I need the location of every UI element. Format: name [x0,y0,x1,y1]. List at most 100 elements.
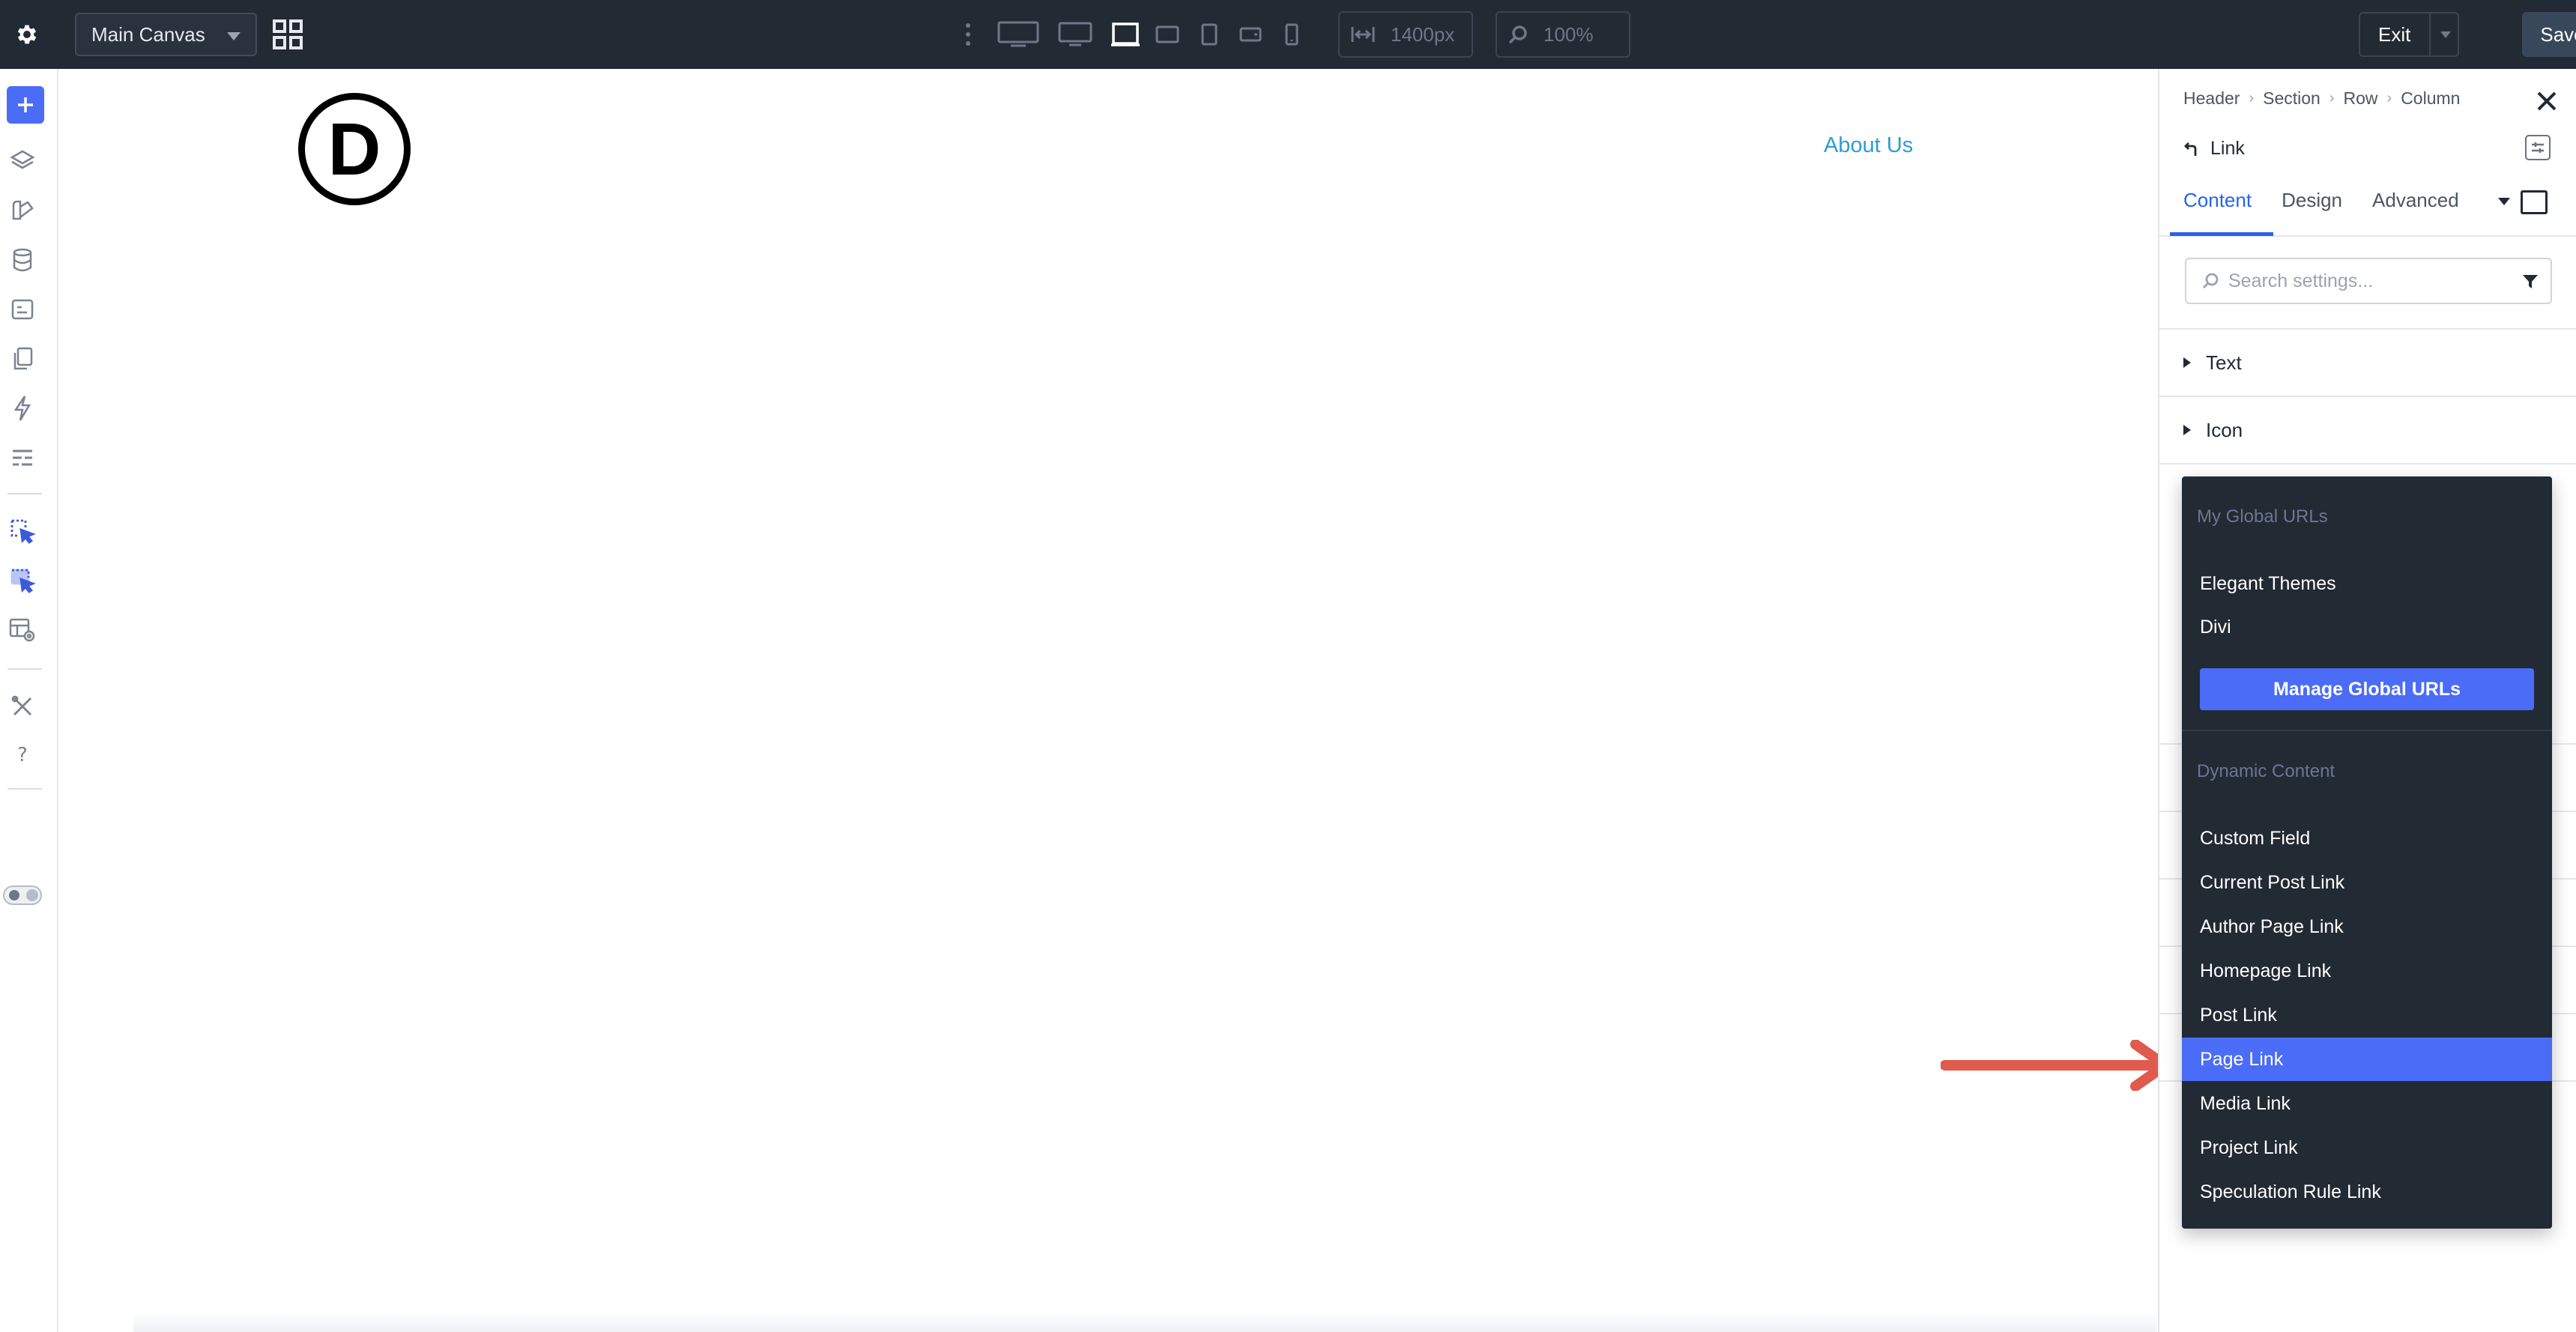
dropdown-divider [2182,730,2552,731]
list-layout-icon[interactable] [7,442,38,473]
tab-design[interactable]: Design [2282,189,2342,219]
page-canvas: D About Us [58,69,2158,1332]
menu-item-custom-field[interactable]: Custom Field [2182,817,2552,860]
menu-item-media-link[interactable]: Media Link [2182,1082,2552,1125]
section-divider [2159,463,2576,464]
preset-box-icon[interactable] [2521,190,2548,214]
click-mode-icon[interactable] [7,515,38,547]
menu-item-divi[interactable]: Divi [2182,605,2552,649]
phone-portrait-icon[interactable] [1283,15,1301,54]
dark-mode-toggle[interactable] [3,886,42,905]
search-icon [2203,273,2219,288]
tablet-portrait-icon[interactable] [1199,15,1220,54]
canvas-select[interactable]: Main Canvas [75,13,257,56]
zoom-field[interactable]: 100% [1496,11,1630,58]
tab-content[interactable]: Content [2183,189,2252,219]
canvas-width-value: 1400px [1391,22,1455,46]
breadcrumb-item[interactable]: Section [2263,88,2320,109]
chevron-right-icon: › [2249,90,2255,106]
global-urls-header: My Global URLs [2197,506,2328,527]
section-icon[interactable]: Icon [2159,396,2576,463]
manage-global-urls-button[interactable]: Manage Global URLs [2200,668,2534,710]
tools-icon[interactable] [7,691,38,722]
breadcrumb-item[interactable]: Column [2401,88,2460,109]
menu-item-speculation-rule-link[interactable]: Speculation Rule Link [2182,1170,2552,1214]
tablet-landscape-icon[interactable] [1154,15,1181,54]
zoom-search-icon [1508,25,1527,44]
back-arrow-icon[interactable] [2183,141,2200,157]
tab-advanced[interactable]: Advanced [2372,189,2459,219]
widescreen-view-icon[interactable] [997,15,1040,54]
width-arrows-icon [1351,27,1375,42]
active-tab-indicator [2170,232,2273,236]
chevron-down-icon[interactable] [2498,198,2510,205]
sidebar-divider [7,788,42,790]
breadcrumb-item[interactable]: Header [2183,88,2240,109]
desktop-view-icon[interactable] [1056,15,1094,54]
dynamic-content-header: Dynamic Content [2197,761,2335,781]
add-module-button[interactable] [7,86,44,124]
search-settings-input[interactable]: Search settings... [2185,258,2552,304]
chevron-right-icon: › [2386,90,2392,106]
laptop-view-icon[interactable] [1109,15,1142,54]
chevron-right-icon: › [2329,90,2335,106]
link-options-dropdown: My Global URLs Elegant Themes Divi Manag… [2182,476,2552,1229]
help-icon[interactable]: ? [7,739,38,770]
hover-mode-icon[interactable] [7,565,38,596]
module-title-text: Link [2210,138,2245,159]
menu-item-elegant-themes[interactable]: Elegant Themes [2182,562,2552,605]
sun-icon [9,890,19,900]
gear-icon[interactable] [9,16,45,52]
search-placeholder: Search settings... [2228,270,2374,291]
site-logo[interactable]: D [298,93,411,205]
lightning-icon[interactable] [7,393,38,424]
nav-link-about[interactable]: About Us [1824,133,1913,158]
svg-text:?: ? [17,744,28,766]
menu-item-current-post-link[interactable]: Current Post Link [2182,861,2552,904]
more-vertical-icon[interactable] [962,15,974,54]
canvas-select-label: Main Canvas [91,22,205,46]
logo-letter: D [327,107,381,190]
phone-landscape-icon[interactable] [1238,15,1263,54]
menu-item-post-link[interactable]: Post Link [2182,993,2552,1037]
theme-customizer-icon[interactable] [7,195,38,226]
section-icon-label: Icon [2206,418,2243,441]
zoom-value: 100% [1544,22,1594,46]
exit-button[interactable]: Exit [2359,12,2459,57]
annotation-arrow-icon [1941,1040,2171,1091]
menu-item-page-link[interactable]: Page Link [2182,1038,2552,1081]
menu-item-author-page-link[interactable]: Author Page Link [2182,905,2552,948]
module-title: Link [2183,138,2245,160]
close-icon[interactable] [2533,87,2561,115]
toggle-knob [26,889,38,901]
pages-icon[interactable] [7,343,38,375]
caret-right-icon [2183,357,2191,368]
breadcrumb-item[interactable]: Row [2344,88,2378,109]
section-text-label: Text [2206,351,2242,374]
sidebar-divider [7,493,42,494]
template-icon[interactable] [7,294,38,325]
menu-item-project-link[interactable]: Project Link [2182,1126,2552,1169]
menu-item-homepage-link[interactable]: Homepage Link [2182,949,2552,993]
sidebar-divider [7,668,42,670]
save-button[interactable]: Save [2522,12,2576,57]
breadcrumb: Header › Section › Row › Column [2183,88,2460,109]
section-text[interactable]: Text [2159,328,2576,396]
database-icon[interactable] [7,244,38,276]
canvas-bottom-shadow [133,1313,2156,1332]
plus-icon [18,97,33,112]
settings-toggle-icon[interactable] [2525,135,2551,160]
preview-layout-icon[interactable] [7,614,38,646]
panel-tabs: Content Design Advanced [2183,189,2489,219]
divi-builder: Main Canvas 1400px 100% Exit Sav ? D Abo… [0,0,2576,1332]
grid-view-icon[interactable] [273,19,303,49]
left-sidebar: ? [0,69,58,1332]
save-button-label: Save [2540,22,2576,46]
caret-right-icon [2183,425,2191,435]
filter-icon[interactable] [2522,274,2539,289]
chevron-down-icon [227,32,241,40]
exit-menu-chevron-icon[interactable] [2429,13,2458,55]
layers-icon[interactable] [7,145,38,177]
top-toolbar: Main Canvas 1400px 100% Exit Sav [0,0,2576,69]
canvas-width-field[interactable]: 1400px [1338,11,1473,58]
